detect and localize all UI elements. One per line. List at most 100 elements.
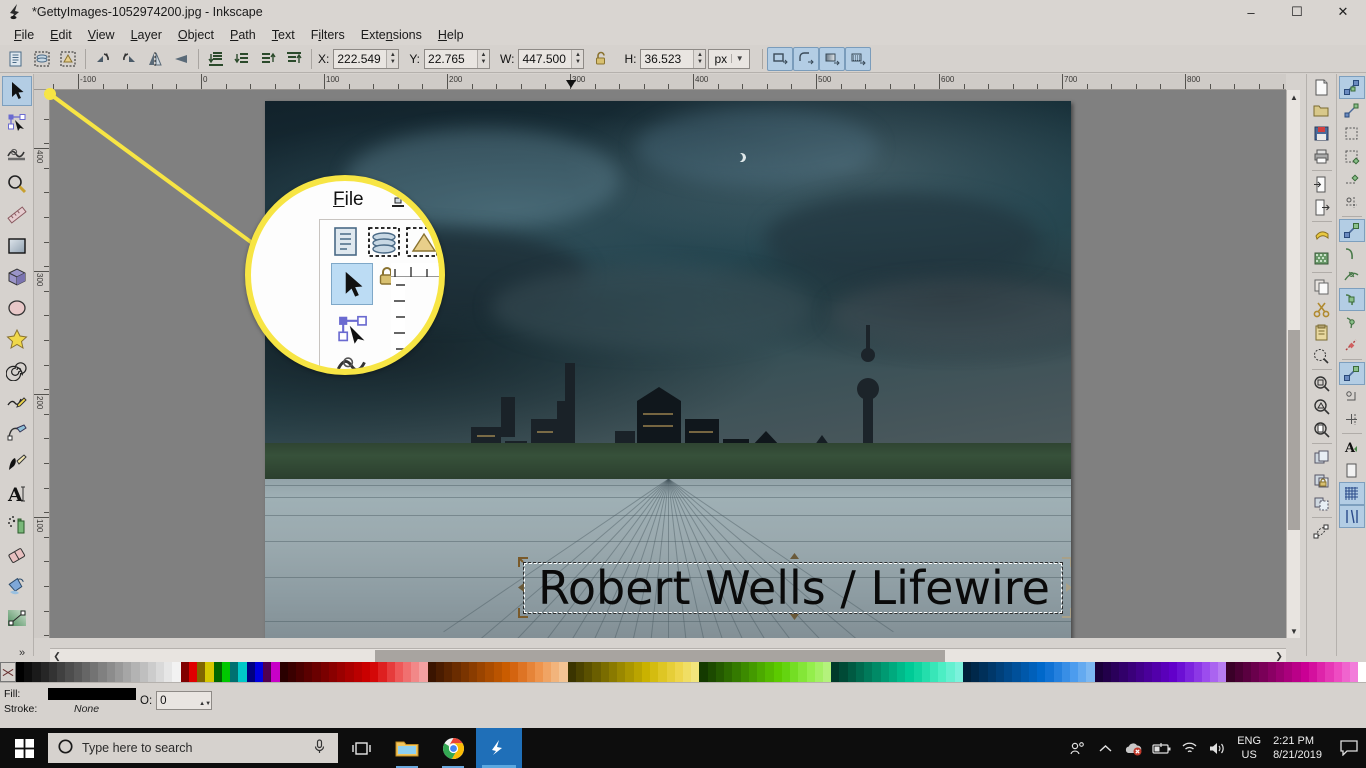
palette-swatch[interactable] [954, 662, 963, 682]
palette-swatch[interactable] [427, 662, 436, 682]
palette-swatch[interactable] [839, 662, 848, 682]
palette-swatch[interactable] [378, 662, 387, 682]
palette-swatch[interactable] [518, 662, 527, 682]
print-document-icon[interactable] [1309, 145, 1335, 168]
menu-view[interactable]: View [80, 26, 123, 44]
bucket-fill-tool[interactable] [2, 572, 32, 602]
menu-help[interactable]: Help [430, 26, 472, 44]
scroll-down-arrow[interactable]: ▼ [1287, 624, 1301, 638]
palette-swatch[interactable] [575, 662, 585, 682]
battery-icon[interactable] [1147, 728, 1175, 768]
palette-swatch[interactable] [790, 662, 799, 682]
show-hidden-icons-chevron-icon[interactable] [1091, 728, 1119, 768]
palette-swatch[interactable] [1333, 662, 1342, 682]
palette-swatch[interactable] [1317, 662, 1326, 682]
palette-swatch[interactable] [962, 662, 972, 682]
calligraphy-tool[interactable] [2, 448, 32, 478]
affect-rounded-corners-icon[interactable] [793, 46, 820, 71]
palette-swatch[interactable] [271, 662, 280, 682]
pencil-tool[interactable] [2, 386, 32, 416]
snap-bbox-edge-icon[interactable] [1339, 122, 1365, 145]
ungroup-icon[interactable] [1309, 492, 1335, 515]
palette-swatch[interactable] [1341, 662, 1350, 682]
snap-midpoint-icon[interactable] [1339, 334, 1365, 357]
scroll-left-arrow[interactable]: ❮ [50, 649, 64, 663]
palette-swatch[interactable] [1078, 662, 1087, 682]
palette-swatch[interactable] [798, 662, 807, 682]
palette-swatch[interactable] [617, 662, 626, 682]
affect-stroke-width-icon[interactable] [767, 46, 794, 71]
palette-swatch[interactable] [312, 662, 321, 682]
palette-swatch[interactable] [1144, 662, 1153, 682]
palette-swatch[interactable] [238, 662, 247, 682]
snap-cusp-node-icon[interactable] [1338, 288, 1365, 311]
horizontal-ruler[interactable]: -100 0 100 200 300 400 500 600 700 800 [34, 74, 1286, 90]
palette-swatch[interactable] [353, 662, 362, 682]
action-center-icon[interactable] [1332, 728, 1366, 768]
palette-swatch[interactable] [534, 662, 543, 682]
palette-swatch[interactable] [32, 662, 41, 682]
palette-swatch[interactable] [460, 662, 469, 682]
palette-swatch[interactable] [394, 662, 404, 682]
palette-swatch[interactable] [510, 662, 519, 682]
palette-swatch[interactable] [452, 662, 461, 682]
palette-swatch[interactable] [1152, 662, 1161, 682]
lower-to-bottom-icon[interactable] [203, 47, 229, 71]
star-tool[interactable] [2, 324, 32, 354]
open-document-icon[interactable] [1309, 99, 1335, 122]
deselect-icon[interactable] [55, 47, 81, 71]
x-field[interactable]: ▲▼ [333, 48, 400, 69]
close-button[interactable]: ✕ [1320, 0, 1366, 24]
affect-gradients-icon[interactable] [819, 46, 846, 71]
palette-swatch[interactable] [1234, 662, 1243, 682]
palette-swatch[interactable] [872, 662, 881, 682]
palette-swatch[interactable] [567, 662, 576, 682]
palette-swatch[interactable] [295, 662, 305, 682]
rotate-ccw-icon[interactable] [90, 47, 116, 71]
height-input[interactable] [641, 49, 694, 68]
palette-swatch[interactable] [24, 662, 33, 682]
palette-swatch[interactable] [707, 662, 716, 682]
wifi-icon[interactable] [1175, 728, 1203, 768]
menu-path[interactable]: Path [222, 26, 264, 44]
color-palette[interactable] [0, 662, 1366, 682]
palette-swatch[interactable] [715, 662, 725, 682]
palette-swatch[interactable] [501, 662, 511, 682]
selection-handle[interactable] [1061, 582, 1071, 593]
palette-swatch[interactable] [1053, 662, 1062, 682]
palette-swatch[interactable] [971, 662, 980, 682]
palette-swatch[interactable] [855, 662, 865, 682]
palette-swatch[interactable] [1259, 662, 1268, 682]
palette-swatch[interactable] [328, 662, 338, 682]
height-field[interactable]: ▲▼ [640, 48, 707, 69]
rectangle-tool[interactable] [2, 231, 32, 261]
zoom-drawing-icon[interactable] [1309, 395, 1335, 418]
raise-to-top-icon[interactable] [281, 47, 307, 71]
palette-swatch[interactable] [1037, 662, 1046, 682]
horizontal-scroll-thumb[interactable] [375, 650, 945, 662]
palette-swatch[interactable] [221, 662, 231, 682]
magnified-node-tool-icon[interactable] [335, 311, 371, 347]
palette-swatch[interactable] [757, 662, 766, 682]
select-all-icon[interactable] [3, 47, 29, 71]
opacity-input[interactable] [157, 692, 200, 709]
vertical-scroll-thumb[interactable] [1288, 330, 1300, 530]
x-input[interactable] [334, 49, 387, 68]
palette-swatch[interactable] [1292, 662, 1301, 682]
maximize-button[interactable]: ☐ [1274, 0, 1320, 24]
menu-file[interactable]: File [6, 26, 42, 44]
palette-swatch[interactable] [287, 662, 296, 682]
snap-enable-icon[interactable] [1338, 76, 1365, 99]
canvas-area[interactable]: Robert Wells / Lifewire [50, 90, 1286, 638]
palette-swatch[interactable] [1135, 662, 1145, 682]
palette-swatch[interactable] [559, 662, 568, 682]
palette-swatch[interactable] [1226, 662, 1235, 682]
palette-swatch[interactable] [468, 662, 478, 682]
palette-swatch[interactable] [65, 662, 74, 682]
palette-swatch[interactable] [230, 662, 239, 682]
duplicate-icon[interactable] [1309, 275, 1335, 298]
palette-swatch[interactable] [1358, 662, 1366, 682]
palette-swatch[interactable] [477, 662, 486, 682]
magnified-select-all-layers-icon[interactable] [367, 225, 401, 259]
zoom-tool[interactable] [2, 169, 32, 199]
